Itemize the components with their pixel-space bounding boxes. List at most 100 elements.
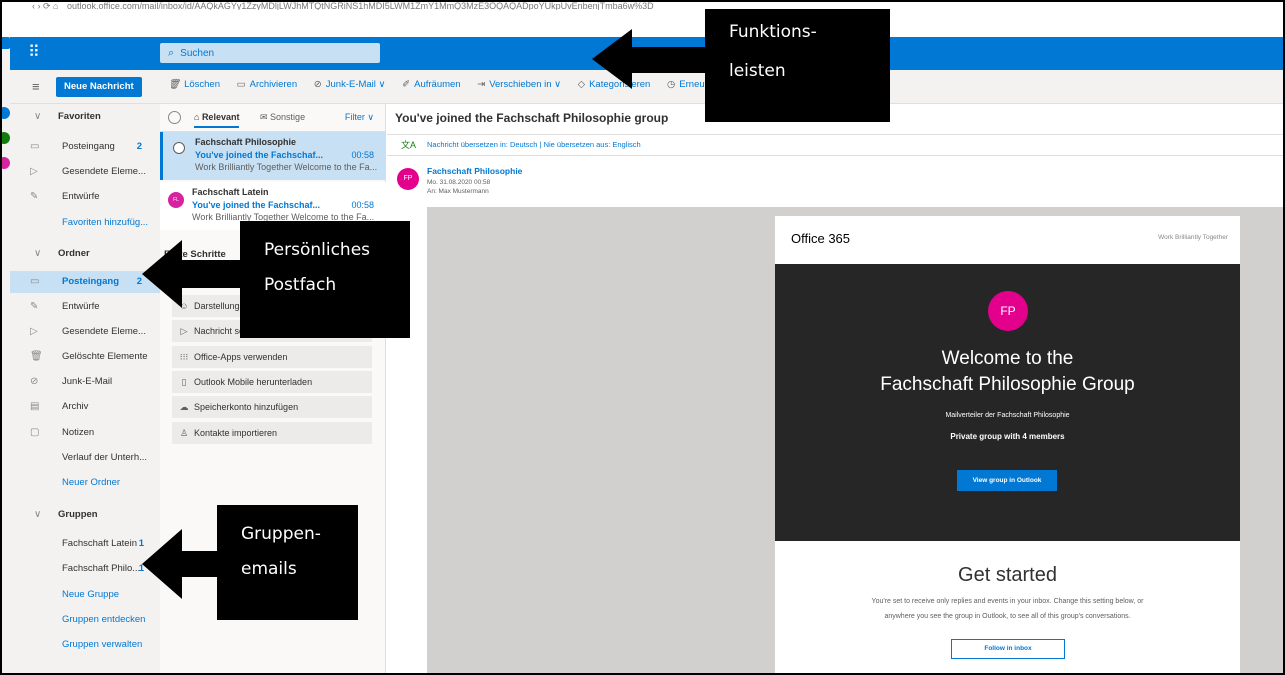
mail-icon: ✉ (260, 112, 271, 122)
browser-nav-icons[interactable]: ‹ › ⟳ ⌂ (32, 2, 58, 10)
folder-drafts[interactable]: ✎ Entwürfe (10, 296, 160, 318)
screenshot-frame: ‹ › ⟳ ⌂ outlook.office.com/mail/inbox/id… (0, 0, 1285, 675)
arrow-icon (142, 240, 242, 308)
chevron-down-icon: ∨ (34, 248, 42, 259)
cloud-icon: ☁ (179, 402, 189, 412)
phone-icon: ▯ (181, 377, 187, 387)
manage-groups-link[interactable]: Gruppen verwalten (10, 634, 160, 656)
browser-address-bar[interactable]: ‹ › ⟳ ⌂ outlook.office.com/mail/inbox/id… (12, 2, 1283, 10)
briefcase-icon: ⌂ (194, 112, 202, 122)
sender-name[interactable]: Fachschaft Philosophie (427, 166, 522, 176)
arrow-icon (592, 29, 707, 89)
message-subject: You've joined the Fachschaf... (195, 150, 323, 160)
group-latein[interactable]: Fachschaft Latein 1 (10, 533, 160, 555)
select-all-checkbox[interactable] (168, 111, 181, 124)
welcome-line2: Fachschaft Philosophie Group (880, 374, 1135, 395)
sweep-button[interactable]: ✐ Aufräumen (402, 79, 460, 90)
folder-move-icon: ⇥ (477, 79, 486, 90)
avatar: FP (397, 168, 419, 190)
favorites-header[interactable]: ∨ Favoriten (10, 106, 160, 128)
delete-button[interactable]: 🗑 Löschen (168, 79, 220, 90)
calendar-app-icon[interactable] (2, 107, 10, 119)
folder-sent[interactable]: ▷ Gesendete Eleme... (10, 321, 160, 343)
translate-bar[interactable]: 文A Nachricht übersetzen in: Deutsch | Ni… (387, 134, 1283, 156)
message-time: 00:58 (351, 150, 374, 160)
chevron-down-icon: ∨ (34, 509, 42, 520)
fav-inbox[interactable]: ▭ Posteingang 2 (10, 136, 160, 158)
folder-pane: ∨ Favoriten ▭ Posteingang 2 ▷ Gesendete Elem… (10, 104, 160, 673)
avatar: FL (168, 192, 184, 208)
office365-logo: Office 365 (791, 231, 851, 246)
folder-conversation-history[interactable]: Verlauf der Unterh... (10, 447, 160, 469)
message-item[interactable]: Fachschaft Philosophie You've joined the… (160, 132, 386, 180)
annotation-text: Gruppen- (241, 524, 321, 544)
app-rail (2, 37, 10, 673)
gs-storage-account[interactable]: ☁ Speicherkonto hinzufügen (172, 396, 372, 418)
annotation-text: Postfach (264, 275, 337, 295)
annotation-text: Funktions- (729, 22, 817, 42)
broom-icon: ✐ (402, 79, 411, 90)
annotation-text: Persönliches (264, 240, 371, 260)
folder-junk[interactable]: ⊘ Junk-E-Mail (10, 371, 160, 393)
files-app-icon[interactable] (2, 157, 10, 169)
message-body: Office 365 Work Brilliantly Together FP … (427, 207, 1283, 673)
archive-button[interactable]: ▭ Archivieren (237, 79, 298, 90)
mail-app-icon[interactable] (2, 37, 10, 49)
discover-groups-link[interactable]: Gruppen entdecken (10, 609, 160, 631)
annotation-text: leisten (729, 61, 786, 81)
new-group-link[interactable]: Neue Gruppe (10, 584, 160, 606)
fav-drafts[interactable]: ✎ Entwürfe (10, 186, 160, 208)
fav-sent[interactable]: ▷ Gesendete Eleme... (10, 161, 160, 183)
tab-other[interactable]: ✉ Sonstige (260, 112, 305, 123)
people-app-icon[interactable] (2, 132, 10, 144)
recipient: An: Max Mustermann (427, 188, 489, 195)
arrow-icon (142, 529, 220, 599)
annotation-gruppen: Gruppen- emails (217, 505, 358, 620)
folder-inbox[interactable]: ▭ Posteingang 2 (10, 271, 160, 293)
gs-import-contacts[interactable]: ♙ Kontakte importieren (172, 422, 372, 444)
folder-deleted[interactable]: 🗑 Gelöschte Elemente (10, 346, 160, 368)
folder-notes[interactable]: ▢ Notizen (10, 422, 160, 444)
add-favorite-link[interactable]: Favoriten hinzufüg... (10, 212, 160, 234)
app-launcher-icon[interactable]: ⠿ (28, 43, 40, 63)
contacts-icon: ♙ (179, 428, 189, 438)
move-to-button[interactable]: ⇥ Verschieben in ∨ (477, 79, 561, 90)
message-from: Fachschaft Latein (192, 187, 269, 197)
sent-date: Mo. 31.08.2020 00:58 (427, 179, 491, 186)
welcome-banner: FP Welcome to the Fachschaft Philosophie… (775, 264, 1240, 541)
grid-icon: ⁝⁝⁝ (179, 352, 189, 362)
folder-archive[interactable]: ▤ Archiv (10, 396, 160, 418)
get-started-text: anywhere you see the group in Outlook, t… (884, 613, 1131, 620)
filter-button[interactable]: Filter ∨ (345, 112, 374, 123)
group-philosophie[interactable]: Fachschaft Philo... 1 (10, 558, 160, 580)
search-placeholder: Suchen (180, 48, 215, 59)
get-started-text: You're set to receive only replies and e… (871, 598, 1144, 605)
chevron-down-icon: ∨ (34, 111, 42, 122)
folders-header[interactable]: ∨ Ordner (10, 243, 160, 265)
pencil-icon: ✎ (30, 191, 39, 202)
tagline: Work Brilliantly Together (1158, 234, 1228, 241)
browser-url[interactable]: outlook.office.com/mail/inbox/id/AAQkAGY… (67, 2, 654, 10)
tag-icon: ◇ (577, 79, 586, 90)
annotation-postfach: Persönliches Postfach (240, 221, 410, 338)
send-icon: ▷ (30, 326, 38, 337)
new-message-button[interactable]: Neue Nachricht (56, 77, 142, 97)
message-preview: Work Brilliantly Together Welcome to the… (195, 162, 377, 172)
hamburger-menu-icon[interactable]: ≡ (32, 79, 40, 94)
junk-button[interactable]: ⊘ Junk-E-Mail ∨ (314, 79, 386, 90)
new-folder-link[interactable]: Neuer Ordner (10, 472, 160, 494)
group-description: Mailverteiler der Fachschaft Philosophie (945, 412, 1070, 419)
select-radio[interactable] (173, 142, 185, 154)
unread-count: 2 (136, 141, 142, 152)
groups-header[interactable]: ∨ Gruppen (10, 504, 160, 526)
gs-office-apps[interactable]: ⁝⁝⁝ Office-Apps verwenden (172, 346, 372, 368)
view-group-button[interactable]: View group in Outlook (957, 470, 1057, 491)
gs-outlook-mobile[interactable]: ▯ Outlook Mobile herunterladen (172, 371, 372, 393)
annotation-funktionsleisten: Funktions- leisten (705, 9, 890, 122)
tab-relevant[interactable]: ⌂ Relevant (194, 112, 240, 128)
search-input[interactable]: ⌕ Suchen (160, 43, 380, 63)
inbox-icon: ▭ (30, 141, 40, 152)
trash-icon: 🗑 (30, 351, 43, 362)
follow-in-inbox-button[interactable]: Follow in inbox (951, 639, 1065, 659)
message-from: Fachschaft Philosophie (195, 137, 297, 147)
